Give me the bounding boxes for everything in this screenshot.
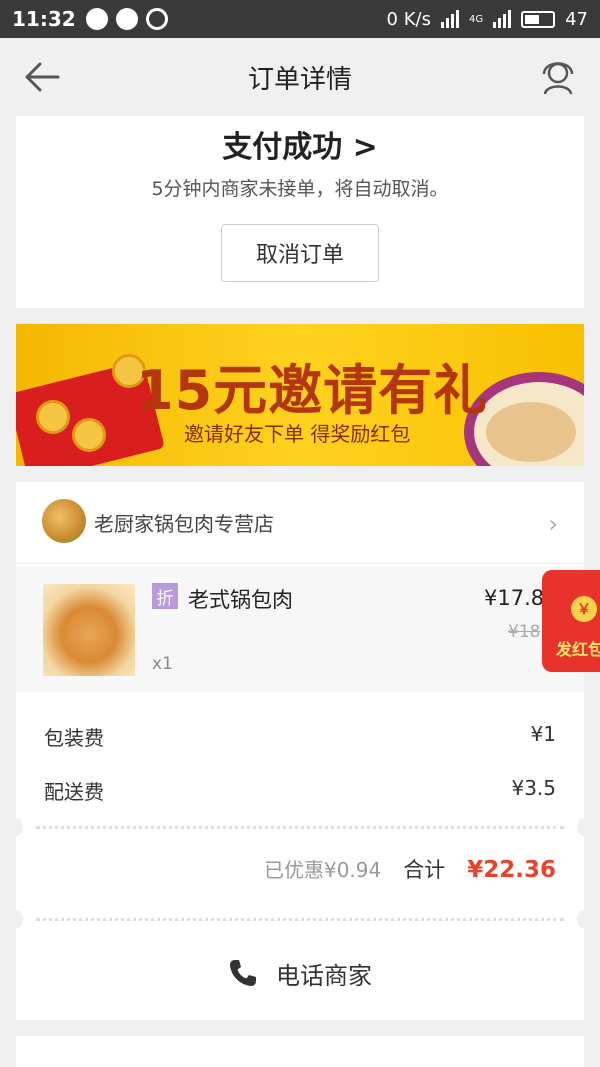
item-original-price: ¥18 <box>508 622 541 642</box>
signal-icon-2 <box>493 10 512 28</box>
item-quantity: x1 <box>152 654 173 674</box>
signal-icon <box>440 10 459 28</box>
discount-badge: 折 <box>152 583 178 609</box>
cancel-order-button[interactable]: 取消订单 <box>221 224 379 282</box>
fee-value: ¥1 <box>530 722 556 746</box>
packaging-fee-row: 包装费 ¥1 <box>44 722 556 751</box>
coin-icon: ￥ <box>571 596 597 622</box>
discount-amount: 已优惠¥0.94 <box>263 858 382 882</box>
shop-name: 老厨家锅包肉专营店 <box>94 512 274 536</box>
net-speed: 0 K/s <box>386 8 431 30</box>
status-time: 11:32 <box>12 7 76 31</box>
total-label: 合计 <box>403 858 446 882</box>
wechat-icon <box>85 8 108 30</box>
banner-subtitle: 邀请好友下单 得奖励红包 <box>184 422 411 446</box>
total-amount: ¥22.36 <box>467 857 556 883</box>
coin-graphic <box>72 418 106 452</box>
ticket-notch <box>9 818 23 836</box>
order-item-row: 折 老式锅包肉 x1 ¥17.8 ¥18 <box>16 566 584 692</box>
shop-row[interactable]: 老厨家锅包肉专营店 › <box>16 482 584 564</box>
send-red-envelope-button[interactable]: ￥ 发红包 <box>542 570 600 672</box>
dotted-divider <box>36 826 564 829</box>
fee-value: ¥3.5 <box>511 776 556 800</box>
auto-cancel-notice: 5分钟内商家未接单，将自动取消。 <box>151 178 449 200</box>
call-merchant-button[interactable]: 电话商家 <box>16 932 584 1014</box>
delivery-fee-row: 配送费 ¥3.5 <box>44 776 556 805</box>
item-price: ¥17.8 <box>484 586 545 610</box>
nav-bar: 订单详情 <box>0 38 600 116</box>
baidu-icon <box>115 8 138 30</box>
pause-icon <box>145 8 168 30</box>
payment-status-title[interactable]: 支付成功 > <box>16 122 584 166</box>
shop-avatar <box>42 499 86 543</box>
fee-label: 包装费 <box>44 726 104 750</box>
phone-icon <box>230 960 256 986</box>
item-name: 老式锅包肉 <box>188 588 293 612</box>
fee-label: 配送费 <box>44 780 104 804</box>
dotted-divider <box>36 918 564 921</box>
total-row: 已优惠¥0.94 合计 ¥22.36 <box>264 854 556 884</box>
send-red-envelope-label: 发红包 <box>556 640 600 659</box>
coin-graphic <box>36 400 70 434</box>
food-graphic <box>486 402 576 462</box>
network-type: 4G <box>468 13 484 25</box>
banner-title: 15元邀请有礼 <box>136 359 489 422</box>
ticket-notch <box>577 910 591 928</box>
customer-service-icon[interactable] <box>540 58 576 96</box>
ticket-notch <box>9 910 23 928</box>
payment-status-card: 支付成功 > 5分钟内商家未接单，将自动取消。 取消订单 <box>16 116 584 308</box>
ticket-notch <box>577 818 591 836</box>
call-merchant-label: 电话商家 <box>276 961 372 990</box>
invite-promo-banner[interactable]: 15元邀请有礼 邀请好友下单 得奖励红包 <box>16 324 584 466</box>
order-detail-card: 老厨家锅包肉专营店 › 折 老式锅包肉 x1 ¥17.8 ¥18 包装费 ¥1 … <box>9 482 591 1020</box>
back-arrow-icon[interactable] <box>22 60 62 94</box>
chevron-right-icon: › <box>548 510 558 538</box>
item-image <box>43 584 135 676</box>
page-title: 订单详情 <box>247 64 352 95</box>
status-bar: 11:32 0 K/s 4G 47 <box>0 0 600 38</box>
next-card <box>16 1036 584 1067</box>
battery-icon <box>521 10 556 28</box>
battery-level: 47 <box>565 8 588 30</box>
